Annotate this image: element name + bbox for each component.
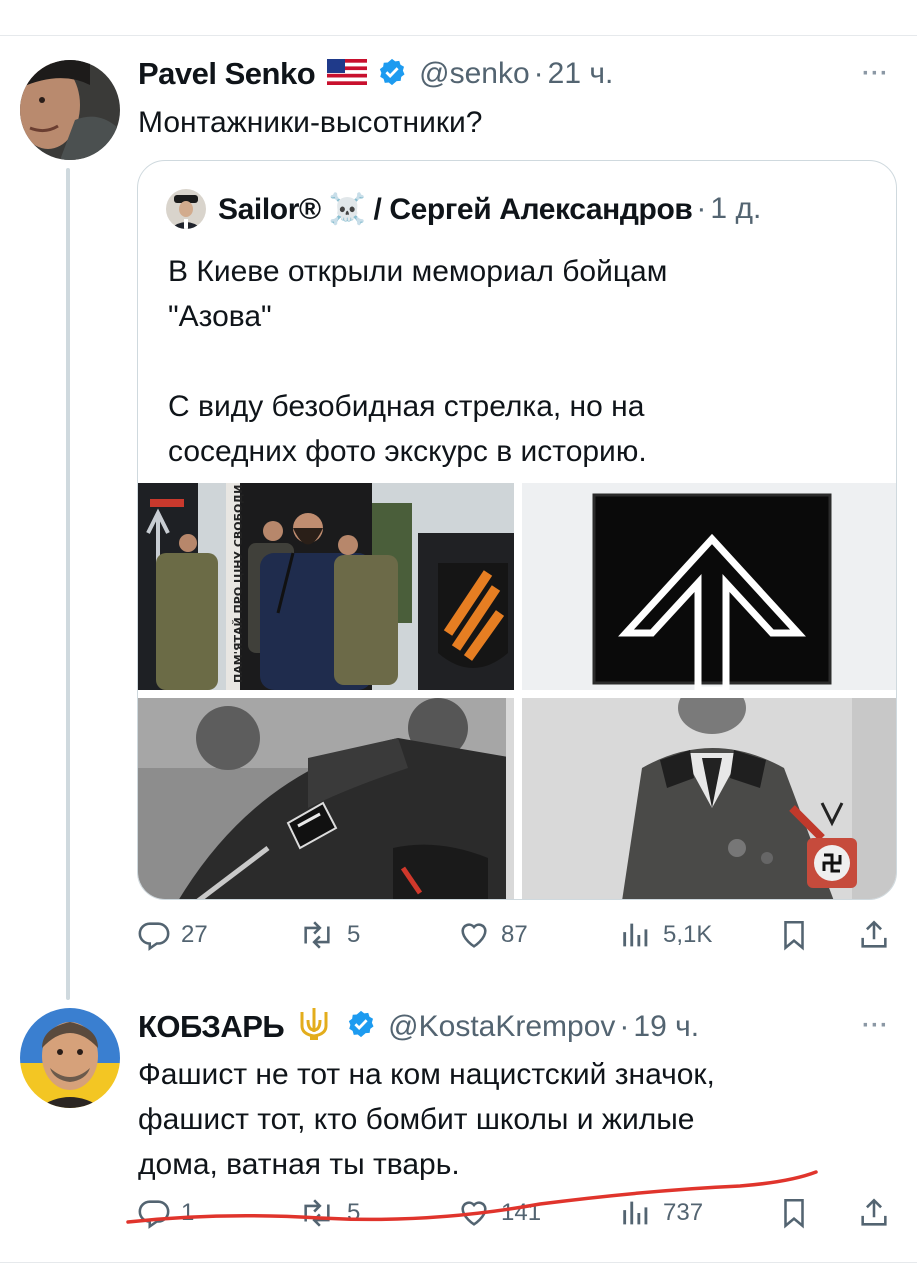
tweet-time[interactable]: 21 ч.	[548, 57, 614, 91]
verified-badge-icon[interactable]	[377, 57, 407, 92]
more-options-icon[interactable]: ···	[862, 1012, 889, 1040]
media-photo-officer-armband[interactable]	[522, 698, 896, 899]
like-count: 87	[501, 921, 528, 948]
quoted-author-avatar[interactable]	[166, 189, 206, 229]
us-flag-icon	[327, 58, 368, 90]
quoted-text-line	[168, 339, 868, 384]
reply-button[interactable]: 1	[137, 1196, 194, 1230]
quoted-text-line: С виду безобидная стрелка, но на	[168, 390, 645, 423]
author-handle[interactable]: @KostaKrempov	[388, 1010, 615, 1044]
repost-button[interactable]: 5	[297, 918, 360, 952]
verified-badge-icon[interactable]	[346, 1009, 376, 1044]
like-button[interactable]: 87	[457, 918, 528, 952]
quoted-tweet[interactable]: Sailor® ☠️ / Сергей Александров · 1 д. В…	[137, 160, 897, 900]
quoted-text-line: В Киеве открыли мемориал бойцам	[168, 255, 668, 288]
tweet-text-line: фашист тот, кто бомбит школы и жилые	[138, 1103, 695, 1136]
reply-count: 27	[181, 921, 208, 948]
separator-dot: ·	[696, 192, 707, 225]
tweet-actions: 27 5 87 5,1K	[137, 918, 897, 958]
tweet-header: КОБЗАРЬ @KostaKrempov · 19 ч.	[138, 1006, 699, 1047]
media-photo-arrow-emblem[interactable]	[522, 483, 896, 690]
author-name[interactable]: КОБЗАРЬ	[138, 1009, 285, 1045]
views-icon[interactable]	[620, 0, 650, 8]
share-icon	[861, 920, 887, 948]
avatar-pavel-senko[interactable]	[20, 60, 120, 160]
quoted-author-name[interactable]: Sailor® ☠️ / Сергей Александров	[218, 192, 693, 227]
quoted-text-line: соседних фото экскурс в историю.	[168, 435, 647, 468]
reply-icon	[138, 922, 170, 951]
quoted-text-line: "Азова"	[168, 300, 272, 333]
views-button[interactable]: 5,1K	[619, 918, 712, 952]
media-grid: ПАМ'ЯТАЙ ПРО ЦІНУ СВОБОДИ...	[138, 483, 896, 899]
media-photo-memorial[interactable]: ПАМ'ЯТАЙ ПРО ЦІНУ СВОБОДИ...	[138, 483, 514, 690]
views-icon	[623, 923, 648, 947]
author-handle[interactable]: @senko	[419, 57, 530, 91]
separator-dot: ·	[619, 1009, 630, 1043]
share-icon[interactable]	[860, 0, 890, 8]
kobzar-avatar-portrait	[20, 1008, 120, 1108]
quoted-tweet-header: Sailor® ☠️ / Сергей Александров · 1 д.	[166, 189, 761, 229]
previous-tweet-actions	[0, 0, 917, 36]
like-icon[interactable]	[455, 0, 485, 8]
repost-count: 5	[347, 921, 361, 948]
bookmark-icon	[784, 920, 804, 951]
trident-icon	[292, 1006, 336, 1047]
reply-icon	[138, 1200, 170, 1229]
views-icon	[623, 1201, 648, 1225]
avatar-kobzar[interactable]	[20, 1008, 120, 1108]
bookmark-icon	[784, 1198, 804, 1229]
tweet-text-line: Фашист не тот на ком нацистский значок,	[138, 1058, 715, 1091]
repost-icon	[304, 921, 330, 949]
avatar-photo	[20, 60, 120, 160]
reply-count: 1	[181, 1199, 195, 1226]
tweet-text-line: дома, ватная ты тварь.	[138, 1148, 460, 1181]
more-options-icon[interactable]: ···	[862, 60, 889, 88]
share-button[interactable]	[857, 918, 901, 952]
tweet-text: Монтажники-высотники?	[138, 106, 483, 139]
like-count: 141	[501, 1199, 542, 1226]
share-button[interactable]	[857, 1196, 901, 1230]
thread-connector-line	[66, 168, 70, 1000]
separator-dot: ·	[533, 57, 544, 90]
memorial-sign-text: ПАМ'ЯТАЙ ПРО ЦІНУ СВОБОДИ...	[232, 483, 245, 683]
bookmark-button[interactable]	[777, 1196, 821, 1230]
views-count: 5,1K	[663, 921, 713, 948]
views-count: 737	[663, 1199, 704, 1226]
reply-button[interactable]: 27	[137, 918, 208, 952]
tweet-divider	[0, 1262, 917, 1263]
tweet-actions: 1 5 141 737	[137, 1196, 897, 1236]
like-button[interactable]: 141	[457, 1196, 541, 1230]
repost-icon	[304, 1199, 330, 1227]
author-name[interactable]: Pavel Senko	[138, 56, 316, 92]
heart-icon	[461, 923, 487, 948]
repost-button[interactable]: 5	[297, 1196, 360, 1230]
bookmark-button[interactable]	[777, 918, 821, 952]
tweet-text: Фашист не тот на ком нацистский значок, …	[138, 1052, 898, 1187]
bookmark-icon[interactable]	[780, 0, 810, 8]
views-button[interactable]: 737	[619, 1196, 703, 1230]
media-photo-uniform-collar[interactable]	[138, 698, 514, 899]
tweet-time[interactable]: 19 ч.	[633, 1010, 699, 1044]
reply-icon[interactable]	[140, 0, 170, 8]
quoted-tweet-text: В Киеве открыли мемориал бойцам "Азова" …	[168, 249, 868, 474]
heart-icon	[461, 1201, 487, 1226]
repost-count: 5	[347, 1199, 361, 1226]
quoted-tweet-time[interactable]: 1 д.	[710, 192, 761, 226]
tweet-header: Pavel Senko @senko · 21 ч.	[138, 56, 613, 92]
sailor-avatar-photo	[166, 189, 206, 229]
share-icon	[861, 1198, 887, 1226]
